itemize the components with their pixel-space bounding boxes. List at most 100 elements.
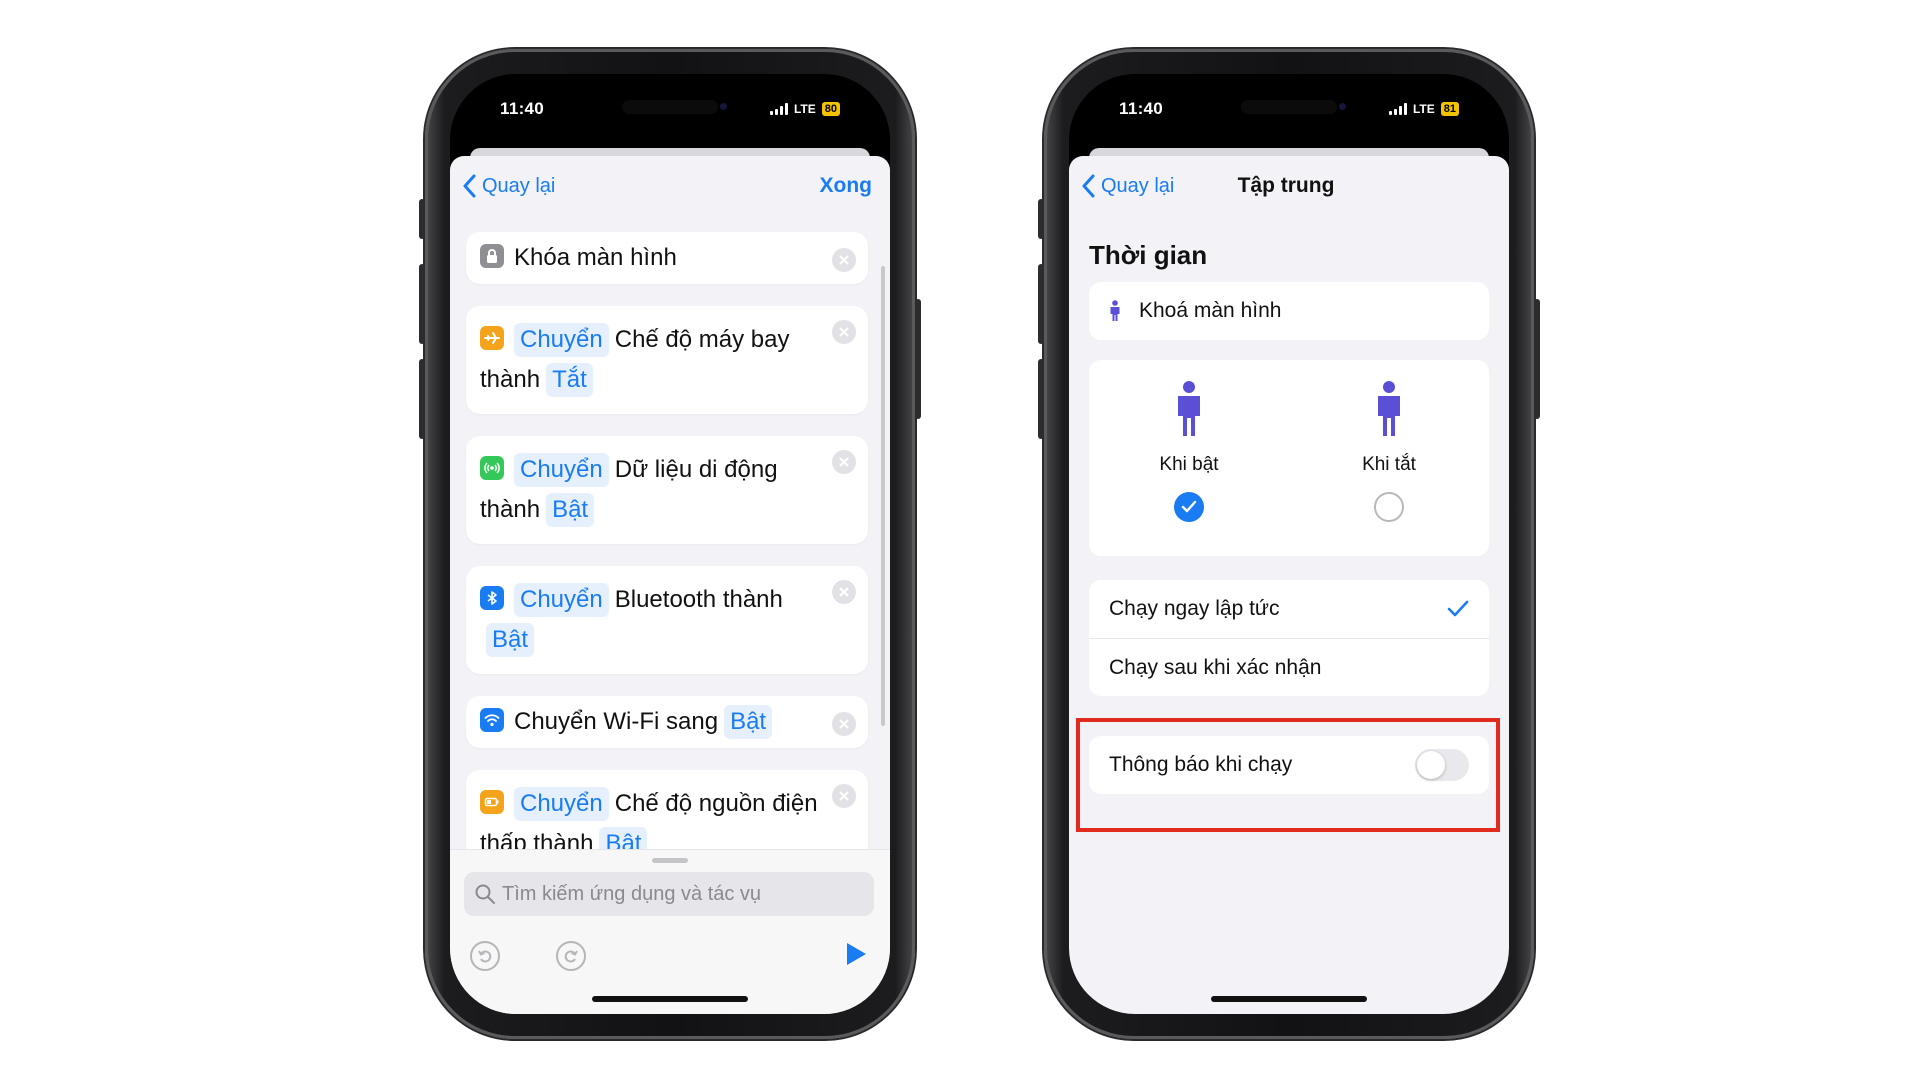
remove-action-button[interactable] xyxy=(832,580,856,604)
back-label: Quay lại xyxy=(482,174,556,197)
person-icon xyxy=(1378,381,1400,436)
phone-right: 11:40 LTE 81 Quay lại Tập trung Thời gia… xyxy=(1038,49,1540,1039)
remove-action-button[interactable] xyxy=(832,784,856,808)
volume-up-button xyxy=(419,264,425,344)
home-indicator xyxy=(592,996,748,1002)
status-time: 11:40 xyxy=(500,99,545,118)
action-cellular-data[interactable]: Chuyển Dữ liệu di động thành Bật xyxy=(466,436,868,544)
action-lock-screen[interactable]: Khóa màn hình xyxy=(466,232,868,284)
scrollbar[interactable] xyxy=(881,266,885,726)
nav-bar: Quay lại Tập trung xyxy=(1081,170,1491,202)
home-indicator xyxy=(1211,996,1367,1002)
remove-action-button[interactable] xyxy=(832,712,856,736)
signal-icon xyxy=(769,103,788,115)
value-chip[interactable]: Tắt xyxy=(546,363,593,397)
mute-switch xyxy=(419,199,425,239)
status-indicators: LTE 80 xyxy=(769,102,840,116)
run-button[interactable] xyxy=(844,941,868,972)
option-when-on[interactable]: Khi bật xyxy=(1119,380,1259,556)
search-input[interactable]: Tìm kiếm ứng dụng và tác vụ xyxy=(464,872,874,916)
back-button[interactable]: Quay lại xyxy=(1081,174,1174,198)
remove-action-button[interactable] xyxy=(832,320,856,344)
phone-left: 11:40 LTE 80 Quay lại Xong Khóa màn hình… xyxy=(419,49,921,1039)
option-label: Khi bật xyxy=(1159,454,1219,475)
verb-chip[interactable]: Chuyển xyxy=(514,787,609,821)
nav-bar: Quay lại Xong xyxy=(462,170,872,202)
close-icon xyxy=(839,255,849,265)
volume-up-button xyxy=(1038,264,1044,344)
redo-icon xyxy=(564,950,578,963)
network-label: LTE xyxy=(793,102,816,116)
checkmark-icon xyxy=(1447,600,1469,617)
section-title: Thời gian xyxy=(1089,240,1208,270)
chevron-left-icon xyxy=(463,174,476,198)
volume-down-button xyxy=(419,359,425,439)
signal-icon xyxy=(1388,103,1407,115)
status-indicators: LTE 81 xyxy=(1388,102,1459,116)
power-button xyxy=(915,299,921,419)
verb-chip[interactable]: Chuyển xyxy=(514,583,609,617)
action-text: Chuyển Wi-Fi sang xyxy=(514,708,719,735)
wifi-icon xyxy=(480,708,504,732)
cellular-icon xyxy=(480,456,504,480)
close-icon xyxy=(839,587,849,597)
done-button[interactable]: Xong xyxy=(820,174,873,198)
back-button[interactable]: Quay lại xyxy=(462,174,555,198)
search-placeholder: Tìm kiếm ứng dụng và tác vụ xyxy=(502,882,762,905)
editor-toolbar xyxy=(470,936,868,976)
search-icon xyxy=(475,884,495,904)
battery-icon: 81 xyxy=(1440,102,1459,116)
mute-switch xyxy=(1038,199,1044,239)
verb-chip[interactable]: Chuyển xyxy=(514,453,609,487)
action-bluetooth[interactable]: Chuyển Bluetooth thành Bật xyxy=(466,566,868,674)
play-icon xyxy=(847,942,866,965)
status-bar: 11:40 LTE 80 xyxy=(450,74,890,144)
option-when-off[interactable]: Khi tắt xyxy=(1319,380,1459,556)
page-title: Tập trung xyxy=(1237,174,1335,197)
run-mode-group: Chạy ngay lập tức Chạy sau khi xác nhận xyxy=(1089,580,1489,696)
close-icon xyxy=(839,327,849,337)
remove-action-button[interactable] xyxy=(832,450,856,474)
chevron-left-icon xyxy=(1082,174,1095,198)
option-label: Khi tắt xyxy=(1362,454,1416,475)
action-search-panel: Tìm kiếm ứng dụng và tác vụ xyxy=(450,849,890,1014)
radio-selected[interactable] xyxy=(1174,492,1204,522)
value-chip[interactable]: Bật xyxy=(546,493,595,527)
radio-unselected[interactable] xyxy=(1374,492,1404,522)
back-label: Quay lại xyxy=(1101,174,1175,197)
battery-icon: 80 xyxy=(821,102,840,116)
volume-down-button xyxy=(1038,359,1044,439)
value-chip[interactable]: Bật xyxy=(724,705,773,739)
verb-chip[interactable]: Chuyển xyxy=(514,323,609,357)
battery-icon xyxy=(480,790,504,814)
action-wifi[interactable]: Chuyển Wi-Fi sang Bật xyxy=(466,696,868,748)
run-immediately-row[interactable]: Chạy ngay lập tức xyxy=(1089,580,1489,638)
airplane-icon xyxy=(480,326,504,350)
status-time: 11:40 xyxy=(1119,99,1164,118)
lock-state-options: Khi bật Khi tắt xyxy=(1089,360,1489,556)
action-text: Bluetooth thành xyxy=(614,586,783,613)
lock-icon xyxy=(480,244,504,268)
trigger-group: Khoá màn hình xyxy=(1089,282,1489,340)
undo-button[interactable] xyxy=(470,941,500,971)
power-button xyxy=(1534,299,1540,419)
highlight-box xyxy=(1076,718,1500,832)
run-mode-label: Chạy sau khi xác nhận xyxy=(1109,655,1322,679)
redo-button[interactable] xyxy=(556,941,586,971)
close-icon xyxy=(839,457,849,467)
screen: 11:40 LTE 81 Quay lại Tập trung Thời gia… xyxy=(1069,74,1509,1014)
close-icon xyxy=(839,791,849,801)
grabber-handle[interactable] xyxy=(652,858,688,863)
action-text: Khóa màn hình xyxy=(514,244,677,271)
run-after-confirm-row[interactable]: Chạy sau khi xác nhận xyxy=(1089,638,1489,696)
remove-action-button[interactable] xyxy=(832,248,856,272)
status-bar: 11:40 LTE 81 xyxy=(1069,74,1509,144)
trigger-row[interactable]: Khoá màn hình xyxy=(1089,282,1489,340)
value-chip[interactable]: Bật xyxy=(486,623,535,657)
focus-trigger-sheet: Quay lại Tập trung Thời gian Khoá màn hì… xyxy=(1069,156,1509,1014)
trigger-label: Khoá màn hình xyxy=(1139,299,1282,322)
close-icon xyxy=(839,719,849,729)
checkmark-icon xyxy=(1181,500,1197,513)
action-airplane-mode[interactable]: Chuyển Chế độ máy bay thành Tắt xyxy=(466,306,868,414)
screen: 11:40 LTE 80 Quay lại Xong Khóa màn hình… xyxy=(450,74,890,1014)
